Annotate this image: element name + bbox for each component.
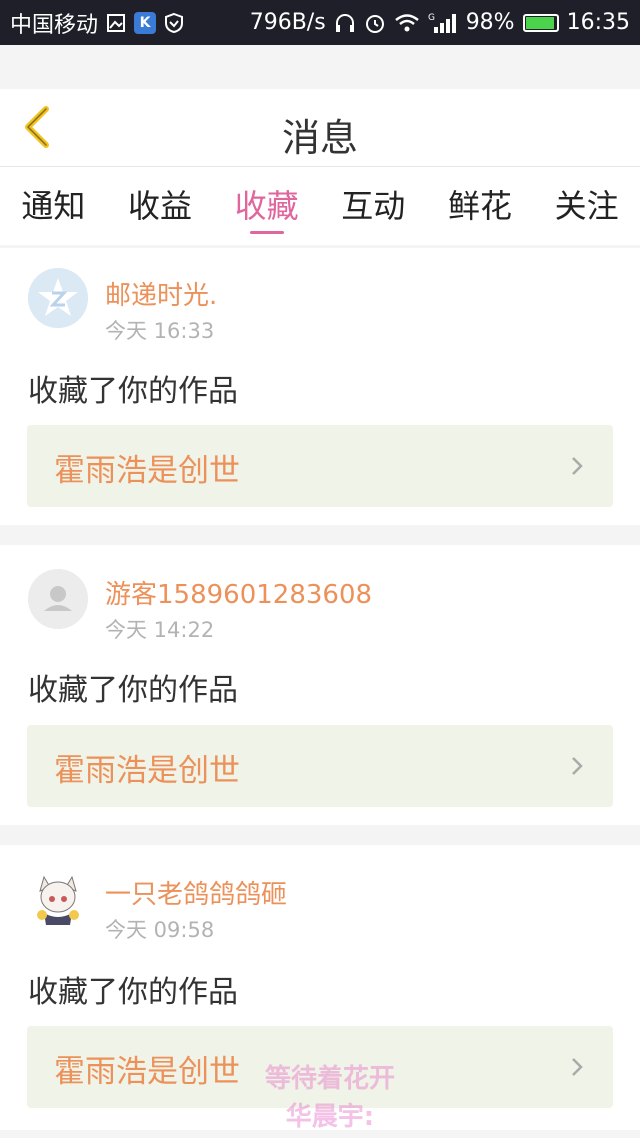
page-title: 消息	[281, 116, 358, 160]
tab-label: 通知	[21, 187, 86, 225]
watermark-line-2: 华晨宇:	[285, 1102, 375, 1132]
work-link[interactable]: 霍雨浩是创世	[27, 725, 613, 807]
shield-icon	[164, 12, 184, 34]
work-link[interactable]: 霍雨浩是创世	[27, 425, 613, 507]
chevron-right-icon	[572, 757, 583, 775]
wifi-icon	[394, 13, 420, 33]
qzone-avatar-icon[interactable]	[28, 268, 88, 328]
image-icon	[106, 13, 126, 33]
action-text: 收藏了你的作品	[28, 975, 238, 1010]
signal-icon: G	[428, 11, 458, 35]
battery-percent: 98%	[465, 10, 515, 35]
work-title: 霍雨浩是创世	[54, 1054, 240, 1090]
message-card: 游客1589601283608 今天 14:22 收藏了你的作品 霍雨浩是创世	[0, 545, 640, 825]
username[interactable]: 游客1589601283608	[105, 574, 372, 611]
tab-bar: 通知 收益 收藏 互动 鲜花 关注	[0, 167, 640, 245]
tab-label: 互动	[341, 187, 406, 225]
active-tab-indicator	[249, 231, 284, 234]
network-type-label: G	[428, 13, 435, 23]
battery-icon	[522, 13, 559, 32]
k-app-icon: K	[134, 11, 157, 34]
timestamp: 今天 14:22	[105, 618, 215, 642]
carrier-label: 中国移动	[10, 12, 99, 38]
watermark-line-1: 等待着花开	[264, 1064, 395, 1094]
tab-interactions[interactable]: 互动	[323, 181, 423, 227]
tab-label: 收益	[127, 187, 192, 225]
action-text: 收藏了你的作品	[28, 374, 238, 409]
watermark: 等待着花开 华晨宇:	[250, 1060, 410, 1136]
alarm-clock-icon	[364, 12, 386, 34]
username[interactable]: 一只老鸽鸽鸽砸	[105, 874, 287, 911]
work-title: 霍雨浩是创世	[54, 753, 240, 789]
network-speed: 796B/s	[249, 10, 326, 35]
tab-follows[interactable]: 关注	[537, 181, 637, 227]
header: 消息	[0, 89, 640, 167]
tab-favorites[interactable]: 收藏	[217, 181, 317, 234]
tab-earnings[interactable]: 收益	[110, 181, 210, 227]
chevron-right-icon	[572, 1058, 583, 1076]
anime-girl-avatar[interactable]	[28, 869, 88, 929]
username[interactable]: 邮递时光.	[105, 275, 217, 312]
clock: 16:35	[566, 10, 630, 35]
action-text: 收藏了你的作品	[28, 673, 238, 708]
timestamp: 今天 09:58	[105, 918, 215, 942]
work-title: 霍雨浩是创世	[54, 453, 240, 489]
tab-label: 关注	[554, 187, 619, 225]
default-user-avatar-icon[interactable]	[28, 569, 88, 629]
tab-label: 收藏	[234, 187, 299, 225]
tab-label: 鲜花	[447, 187, 512, 225]
timestamp: 今天 16:33	[105, 319, 215, 343]
chevron-right-icon	[572, 457, 583, 475]
status-bar: 中国移动 K 796B/s G 98% 16:35	[0, 0, 640, 45]
headphones-icon	[334, 13, 356, 33]
tab-notifications[interactable]: 通知	[3, 181, 103, 227]
message-card: 邮递时光. 今天 16:33 收藏了你的作品 霍雨浩是创世	[0, 248, 640, 525]
tab-flowers[interactable]: 鲜花	[430, 181, 530, 227]
